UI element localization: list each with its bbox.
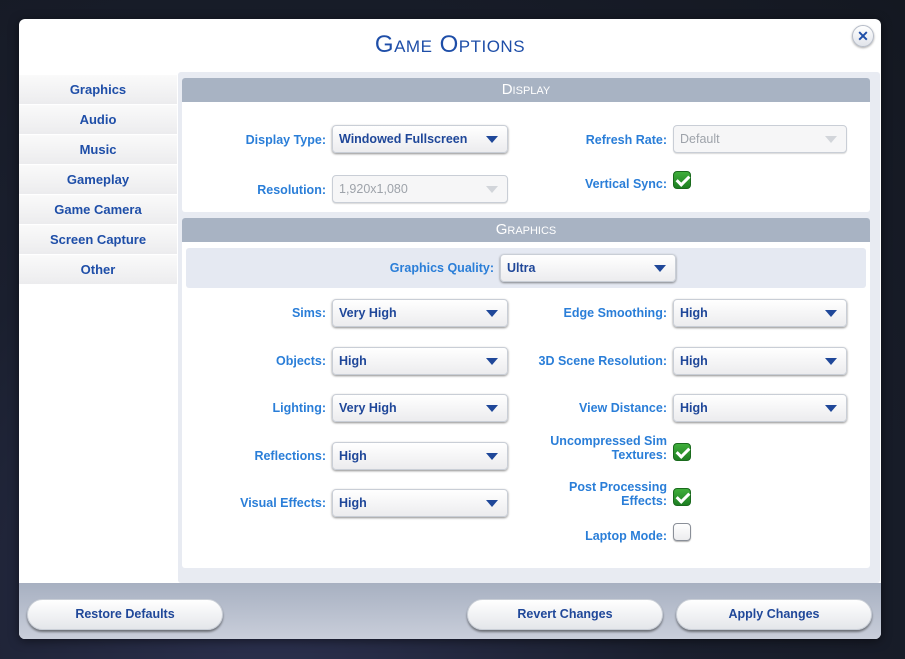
reflections-label: Reflections: (254, 449, 326, 463)
post-processing-label-line2: Effects: (621, 494, 667, 508)
scene-resolution-dropdown[interactable]: High (673, 347, 847, 375)
game-options-dialog: Game Options ✕ Graphics Audio Music Game… (19, 19, 881, 639)
resolution-value: 1,920x1,080 (339, 182, 408, 196)
settings-panel: Display Display Type: Windowed Fullscree… (178, 72, 880, 583)
resolution-label: Resolution: (257, 183, 326, 197)
chevron-down-icon (486, 186, 498, 193)
edge-smoothing-label: Edge Smoothing: (563, 306, 667, 320)
chevron-down-icon (825, 310, 837, 317)
sidebar-item-game-camera[interactable]: Game Camera (19, 195, 177, 225)
post-processing-checkbox[interactable] (673, 488, 691, 506)
uncompressed-textures-checkbox[interactable] (673, 443, 691, 461)
display-type-dropdown[interactable]: Windowed Fullscreen (332, 125, 508, 153)
graphics-section-header: Graphics (182, 218, 870, 242)
view-distance-dropdown[interactable]: High (673, 394, 847, 422)
display-section: Display Display Type: Windowed Fullscree… (182, 78, 870, 212)
chevron-down-icon (486, 358, 498, 365)
reflections-dropdown[interactable]: High (332, 442, 508, 470)
resolution-dropdown: 1,920x1,080 (332, 175, 508, 203)
sidebar-item-music[interactable]: Music (19, 135, 177, 165)
graphics-quality-label: Graphics Quality: (389, 261, 494, 275)
post-processing-label: Post Processing Effects: (512, 480, 667, 508)
chevron-down-icon (486, 500, 498, 507)
sidebar-item-audio[interactable]: Audio (19, 105, 177, 135)
sidebar-item-graphics[interactable]: Graphics (19, 75, 177, 105)
display-type-value: Windowed Fullscreen (339, 132, 468, 146)
close-button[interactable]: ✕ (852, 25, 874, 47)
chevron-down-icon (825, 358, 837, 365)
refresh-rate-value: Default (680, 132, 720, 146)
vertical-sync-checkbox[interactable] (673, 171, 691, 189)
display-type-label: Display Type: (245, 133, 326, 147)
sims-label: Sims: (291, 306, 326, 320)
uncompressed-textures-label: Uncompressed Sim Textures: (512, 434, 667, 462)
post-processing-label-line1: Post Processing (569, 480, 667, 494)
dialog-footer: Restore Defaults Revert Changes Apply Ch… (19, 583, 881, 639)
edge-smoothing-dropdown[interactable]: High (673, 299, 847, 327)
restore-defaults-button[interactable]: Restore Defaults (27, 599, 223, 630)
sidebar-item-gameplay[interactable]: Gameplay (19, 165, 177, 195)
visual-effects-value: High (339, 496, 367, 510)
dialog-title: Game Options (374, 31, 526, 58)
uncompressed-textures-label-line1: Uncompressed Sim (550, 434, 667, 448)
edge-smoothing-value: High (680, 306, 708, 320)
sims-value: Very High (339, 306, 397, 320)
display-section-header: Display (182, 78, 870, 102)
view-distance-value: High (680, 401, 708, 415)
visual-effects-label: Visual Effects: (240, 496, 326, 510)
graphics-section: Graphics Graphics Quality: Ultra Sims: V… (182, 218, 870, 568)
chevron-down-icon (486, 136, 498, 143)
refresh-rate-label: Refresh Rate: (585, 133, 667, 147)
chevron-down-icon (654, 265, 666, 272)
graphics-quality-dropdown[interactable]: Ultra (500, 254, 676, 282)
objects-dropdown[interactable]: High (332, 347, 508, 375)
visual-effects-dropdown[interactable]: High (332, 489, 508, 517)
chevron-down-icon (825, 136, 837, 143)
vertical-sync-label: Vertical Sync: (585, 177, 667, 191)
close-icon: ✕ (857, 28, 869, 44)
sidebar-item-screen-capture[interactable]: Screen Capture (19, 225, 177, 255)
scene-resolution-label: 3D Scene Resolution: (538, 354, 668, 368)
options-sidebar: Graphics Audio Music Gameplay Game Camer… (19, 75, 177, 285)
chevron-down-icon (486, 405, 498, 412)
chevron-down-icon (825, 405, 837, 412)
graphics-quality-row: Graphics Quality: Ultra (186, 248, 866, 288)
graphics-quality-value: Ultra (507, 261, 536, 275)
chevron-down-icon (486, 453, 498, 460)
revert-changes-button[interactable]: Revert Changes (467, 599, 663, 630)
reflections-value: High (339, 449, 367, 463)
scene-resolution-value: High (680, 354, 708, 368)
lighting-label: Lighting: (272, 401, 326, 415)
sims-dropdown[interactable]: Very High (332, 299, 508, 327)
lighting-value: Very High (339, 401, 397, 415)
laptop-mode-checkbox[interactable] (673, 523, 691, 541)
apply-changes-button[interactable]: Apply Changes (676, 599, 872, 630)
lighting-dropdown[interactable]: Very High (332, 394, 508, 422)
laptop-mode-label: Laptop Mode: (585, 529, 667, 543)
uncompressed-textures-label-line2: Textures: (611, 448, 667, 462)
refresh-rate-dropdown: Default (673, 125, 847, 153)
view-distance-label: View Distance: (578, 401, 667, 415)
objects-label: Objects: (275, 354, 326, 368)
objects-value: High (339, 354, 367, 368)
sidebar-item-other[interactable]: Other (19, 255, 177, 285)
chevron-down-icon (486, 310, 498, 317)
